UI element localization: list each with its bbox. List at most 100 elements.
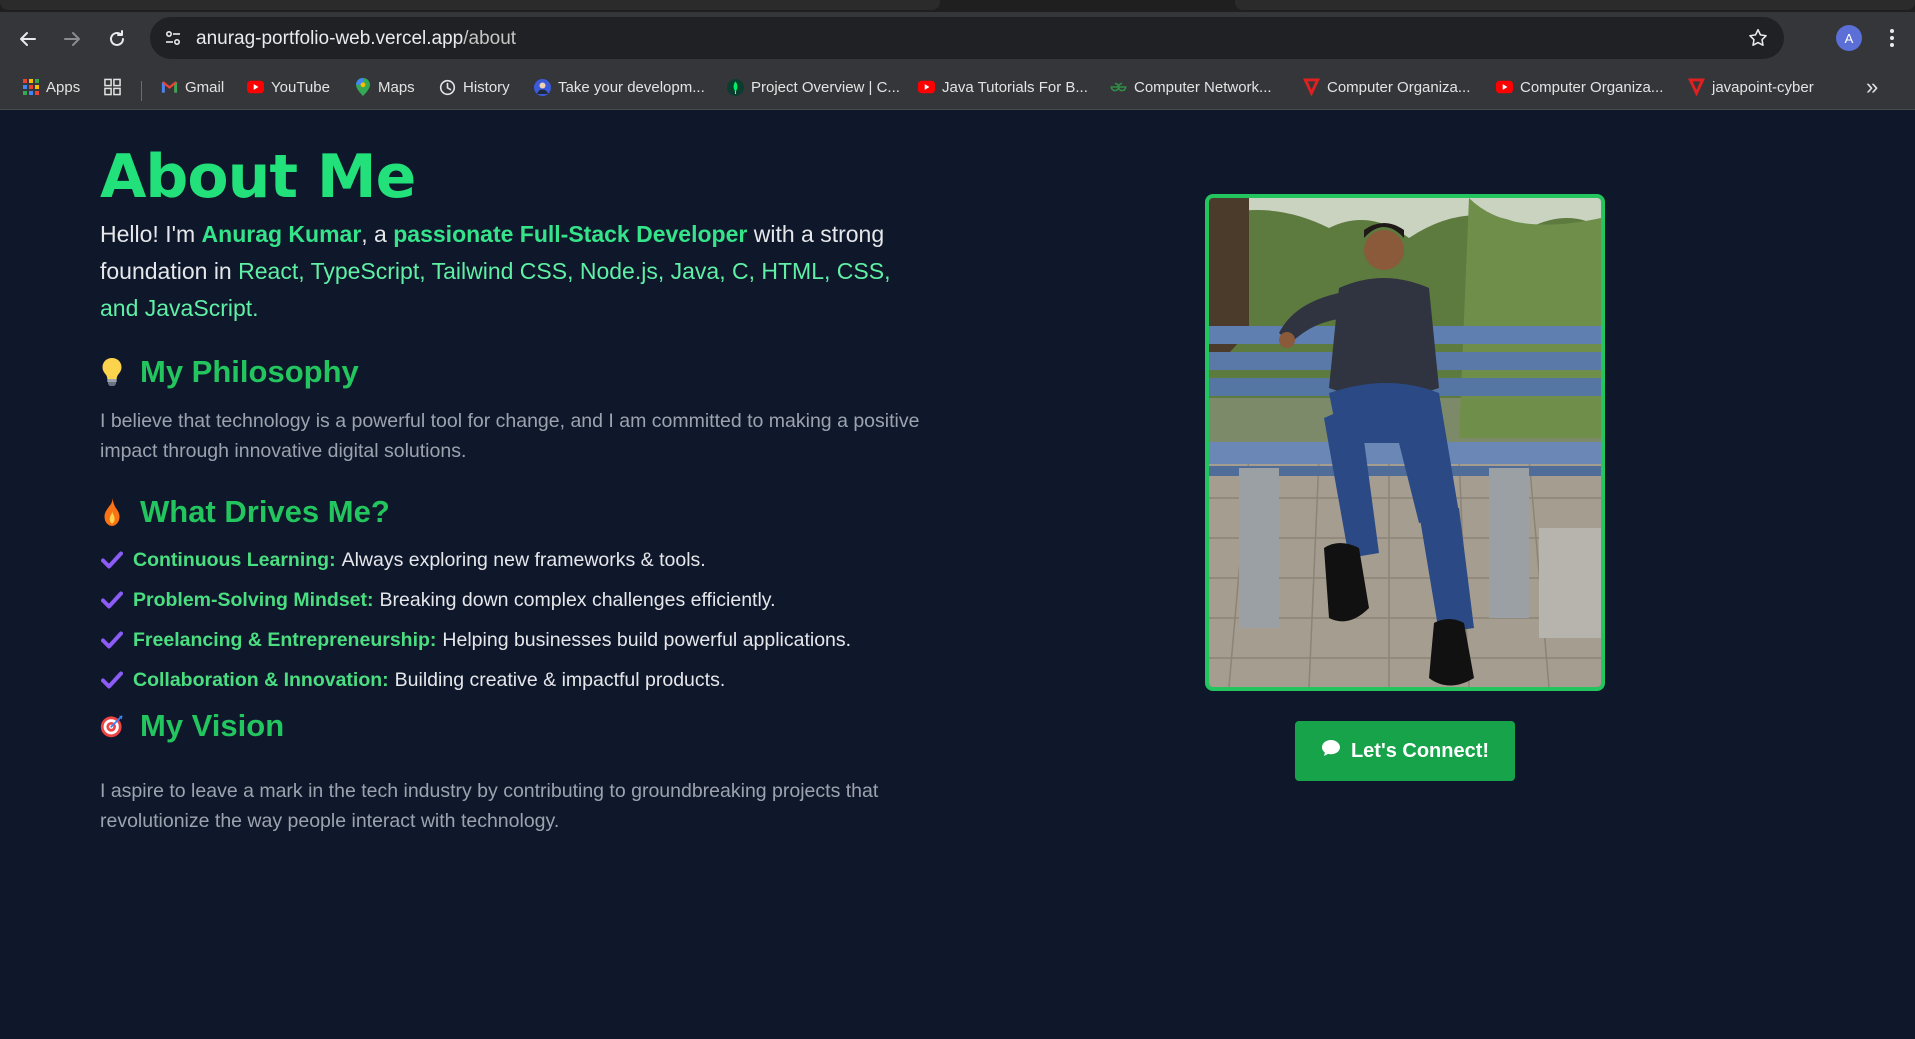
bookmark-label: Gmail	[185, 78, 225, 96]
intro-name: Anurag Kumar	[201, 221, 362, 247]
bookmark-computer-organization-youtube[interactable]: Computer Organiza...	[1496, 74, 1663, 100]
youtube-icon	[1496, 79, 1513, 96]
tab-strip-edge	[1235, 0, 1915, 10]
tab-groups-icon	[104, 78, 121, 96]
bookmark-label: javapoint-cyber	[1712, 78, 1814, 96]
drive-item-label: Continuous Learning:	[133, 548, 336, 571]
vision-text: I aspire to leave a mark in the tech ind…	[100, 780, 879, 832]
arrow-left-icon	[20, 32, 36, 46]
checkmark-icon	[100, 669, 124, 691]
portrait-image	[1209, 198, 1601, 687]
list-item: Continuous Learning: Always exploring ne…	[100, 540, 950, 580]
mongodb-leaf-icon	[727, 78, 744, 96]
drives-heading: What Drives Me?	[100, 494, 390, 530]
checkmark-icon	[100, 629, 124, 651]
fire-icon	[100, 497, 124, 527]
star-icon	[1749, 28, 1767, 47]
drive-item-text: Always exploring new frameworks & tools.	[341, 548, 706, 571]
checkmark-icon	[100, 589, 124, 611]
bookmark-javapoint-cyber[interactable]: javapoint-cyber	[1688, 74, 1814, 100]
philosophy-heading: My Philosophy	[100, 354, 359, 390]
list-item: Freelancing & Entrepreneurship: Helping …	[100, 620, 950, 660]
avatar-icon	[534, 78, 551, 96]
intro-a: , a	[361, 221, 394, 247]
list-item: Problem-Solving Mindset: Breaking down c…	[100, 580, 950, 620]
intro-paragraph: Hello! I'm Anurag Kumar, a passionate Fu…	[100, 216, 900, 327]
url-host: anurag-portfolio-web.vercel.app	[196, 28, 464, 49]
philosophy-heading-text: My Philosophy	[140, 354, 359, 389]
bookmark-label: History	[463, 78, 510, 96]
drive-item-label: Collaboration & Innovation:	[133, 668, 389, 691]
page-title: About Me	[100, 142, 416, 212]
drive-item-text: Helping businesses build powerful applic…	[442, 628, 852, 651]
url-path: /about	[463, 28, 517, 49]
maps-icon	[354, 78, 371, 96]
bookmark-project-overview[interactable]: Project Overview | C...	[727, 74, 900, 100]
bookmark-take-your-development[interactable]: Take your developm...	[534, 74, 705, 100]
chat-bubble-icon	[1321, 739, 1341, 763]
arrow-right-icon	[64, 32, 80, 46]
forward-button[interactable]	[57, 24, 87, 54]
bookmark-computer-network[interactable]: Computer Network...	[1110, 74, 1272, 100]
geeksforgeeks-icon	[1110, 79, 1127, 96]
bookmark-label: Project Overview | C...	[751, 78, 900, 96]
site-info-icon[interactable]	[162, 27, 184, 49]
url-text[interactable]: anurag-portfolio-web.vercel.app/about	[196, 28, 516, 50]
lets-connect-button[interactable]: Let's Connect!	[1295, 721, 1515, 781]
javatpoint-icon	[1688, 78, 1705, 96]
tab-groups-button[interactable]	[104, 74, 121, 100]
vision-heading-text: My Vision	[140, 708, 285, 743]
youtube-icon	[247, 79, 264, 96]
reload-button[interactable]	[102, 24, 132, 54]
drive-item-label: Freelancing & Entrepreneurship:	[133, 628, 437, 651]
bookmark-label: Computer Network...	[1134, 78, 1272, 96]
apps-grid-icon	[22, 79, 39, 96]
javatpoint-icon	[1303, 78, 1320, 96]
list-item: Collaboration & Innovation: Building cre…	[100, 660, 950, 700]
tab-strip-edge	[0, 0, 940, 10]
drive-item-text: Breaking down complex challenges efficie…	[379, 588, 776, 611]
about-page: About Me Hello! I'm Anurag Kumar, a pass…	[0, 110, 1915, 1039]
bookmark-star-button[interactable]	[1746, 26, 1770, 50]
lightbulb-icon	[100, 357, 124, 387]
bookmark-label: Computer Organiza...	[1520, 78, 1664, 96]
target-icon	[100, 711, 124, 741]
back-button[interactable]	[13, 24, 43, 54]
intro-role: passionate Full-Stack Developer	[393, 221, 748, 247]
reload-icon	[110, 30, 124, 46]
checkmark-icon	[100, 549, 124, 571]
bookmark-label: YouTube	[271, 78, 330, 96]
drives-list: Continuous Learning: Always exploring ne…	[100, 540, 950, 700]
bookmark-youtube[interactable]: YouTube	[247, 74, 330, 100]
bookmark-apps[interactable]: Apps	[22, 74, 80, 100]
bookmark-history[interactable]: History	[439, 74, 510, 100]
bookmark-maps[interactable]: Maps	[354, 74, 415, 100]
profile-photo	[1205, 194, 1605, 691]
bookmarks-overflow-button[interactable]: »	[1866, 74, 1878, 100]
bookmark-label: Java Tutorials For B...	[942, 78, 1088, 96]
tab-strip	[0, 0, 1915, 12]
intro-hello: Hello! I'm	[100, 221, 202, 247]
drive-item-text: Building creative & impactful products.	[394, 668, 726, 691]
philosophy-text: I believe that technology is a powerful …	[100, 410, 920, 462]
bookmark-computer-organization[interactable]: Computer Organiza...	[1303, 74, 1470, 100]
bookmark-java-tutorials[interactable]: Java Tutorials For B...	[918, 74, 1088, 100]
bookmark-gmail[interactable]: Gmail	[161, 74, 224, 100]
bookmark-label: Computer Organiza...	[1327, 78, 1471, 96]
lets-connect-label: Let's Connect!	[1350, 739, 1490, 762]
bookmark-label: Apps	[46, 78, 81, 96]
drives-heading-text: What Drives Me?	[140, 494, 390, 529]
youtube-icon	[918, 79, 935, 96]
browser-menu-button[interactable]	[1884, 24, 1900, 52]
bookmark-label: Take your developm...	[558, 78, 705, 96]
bookmark-label: Maps	[378, 78, 415, 96]
bookmarks-separator	[141, 81, 142, 101]
gmail-icon	[161, 79, 178, 96]
vision-heading: My Vision	[100, 708, 284, 744]
drive-item-label: Problem-Solving Mindset:	[133, 588, 374, 611]
profile-avatar[interactable]: A	[1836, 25, 1862, 51]
browser-toolbar: anurag-portfolio-web.vercel.app/about A	[0, 12, 1915, 64]
history-icon	[439, 79, 456, 96]
bookmarks-bar: Apps Gmail YouTube Maps History Take you…	[0, 64, 1915, 110]
address-bar[interactable]: anurag-portfolio-web.vercel.app/about	[150, 17, 1784, 59]
